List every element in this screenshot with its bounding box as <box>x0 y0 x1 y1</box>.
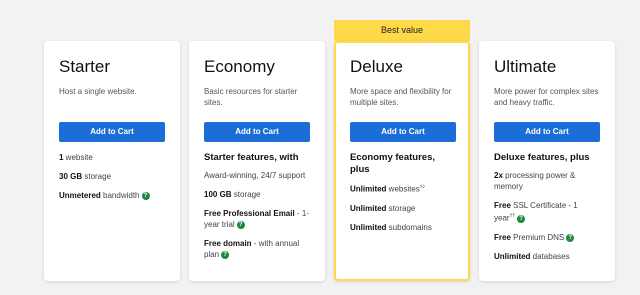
add-to-cart-button-ultimate[interactable]: Add to Cart <box>494 122 600 142</box>
help-icon[interactable]: ? <box>517 214 526 223</box>
feature-item: Unmetered bandwidth? <box>59 190 166 201</box>
footnote-mark: †† <box>509 213 516 219</box>
feature-item: Free SSL Certificate - 1 year††? <box>494 201 578 223</box>
plan-description: Basic resources for starter sites. <box>204 87 298 107</box>
plan-card-economy: Economy Basic resources for starter site… <box>189 41 325 281</box>
footnote-mark: ◊◊ <box>419 184 425 190</box>
plan-name: Economy <box>204 57 275 76</box>
best-value-banner: Best value <box>334 20 470 41</box>
plan-description: More space and flexibility for multiple … <box>350 87 452 107</box>
feature-item: Unlimited subdomains <box>350 222 432 232</box>
help-icon[interactable]: ? <box>141 191 150 200</box>
plan-card-ultimate: Ultimate More power for complex sites an… <box>479 41 615 281</box>
plan-name: Ultimate <box>494 57 557 76</box>
feature-list: Starter features, with Award-winning, 24… <box>204 152 311 260</box>
add-to-cart-button-deluxe[interactable]: Add to Cart <box>350 122 456 142</box>
help-icon[interactable]: ? <box>221 250 230 259</box>
plan-card-deluxe: Deluxe More space and flexibility for mu… <box>334 41 470 281</box>
feature-heading: Deluxe features, plus <box>494 152 590 163</box>
feature-item: Free domain - with annual plan? <box>204 239 300 259</box>
feature-item: 100 GB storage <box>204 190 261 199</box>
feature-item: Unlimited storage <box>350 203 416 213</box>
plan-description: More power for complex sites and heavy t… <box>494 87 599 107</box>
plan-name: Deluxe <box>350 57 403 76</box>
plan-name: Starter <box>59 57 111 76</box>
add-to-cart-button-economy[interactable]: Add to Cart <box>204 122 310 142</box>
feature-list: Economy features, plus Unlimited website… <box>350 152 456 233</box>
feature-item: Unlimited databases <box>494 251 570 261</box>
add-to-cart-button-starter[interactable]: Add to Cart <box>59 122 165 142</box>
feature-item: 30 GB storage <box>59 172 112 181</box>
feature-item: Award-winning, 24/7 support <box>204 171 306 180</box>
feature-heading: Starter features, with <box>204 152 299 163</box>
help-icon[interactable]: ? <box>566 233 575 242</box>
feature-heading: Economy features, plus <box>350 152 435 175</box>
feature-item: Unlimited websites◊◊ <box>350 184 425 194</box>
feature-item: 1 website <box>59 153 93 162</box>
plan-description: Host a single website. <box>59 87 137 96</box>
plan-card-starter: Starter Host a single website. Add to Ca… <box>44 41 180 281</box>
feature-item: 2x processing power & memory <box>494 171 576 191</box>
feature-item: Free Professional Email - 1-year trial? <box>204 209 309 229</box>
feature-item: Free Premium DNS? <box>494 232 601 243</box>
feature-list: Deluxe features, plus 2x processing powe… <box>494 152 601 262</box>
feature-list: 1 website 30 GB storage Unmetered bandwi… <box>59 152 166 201</box>
help-icon[interactable]: ? <box>236 220 245 229</box>
